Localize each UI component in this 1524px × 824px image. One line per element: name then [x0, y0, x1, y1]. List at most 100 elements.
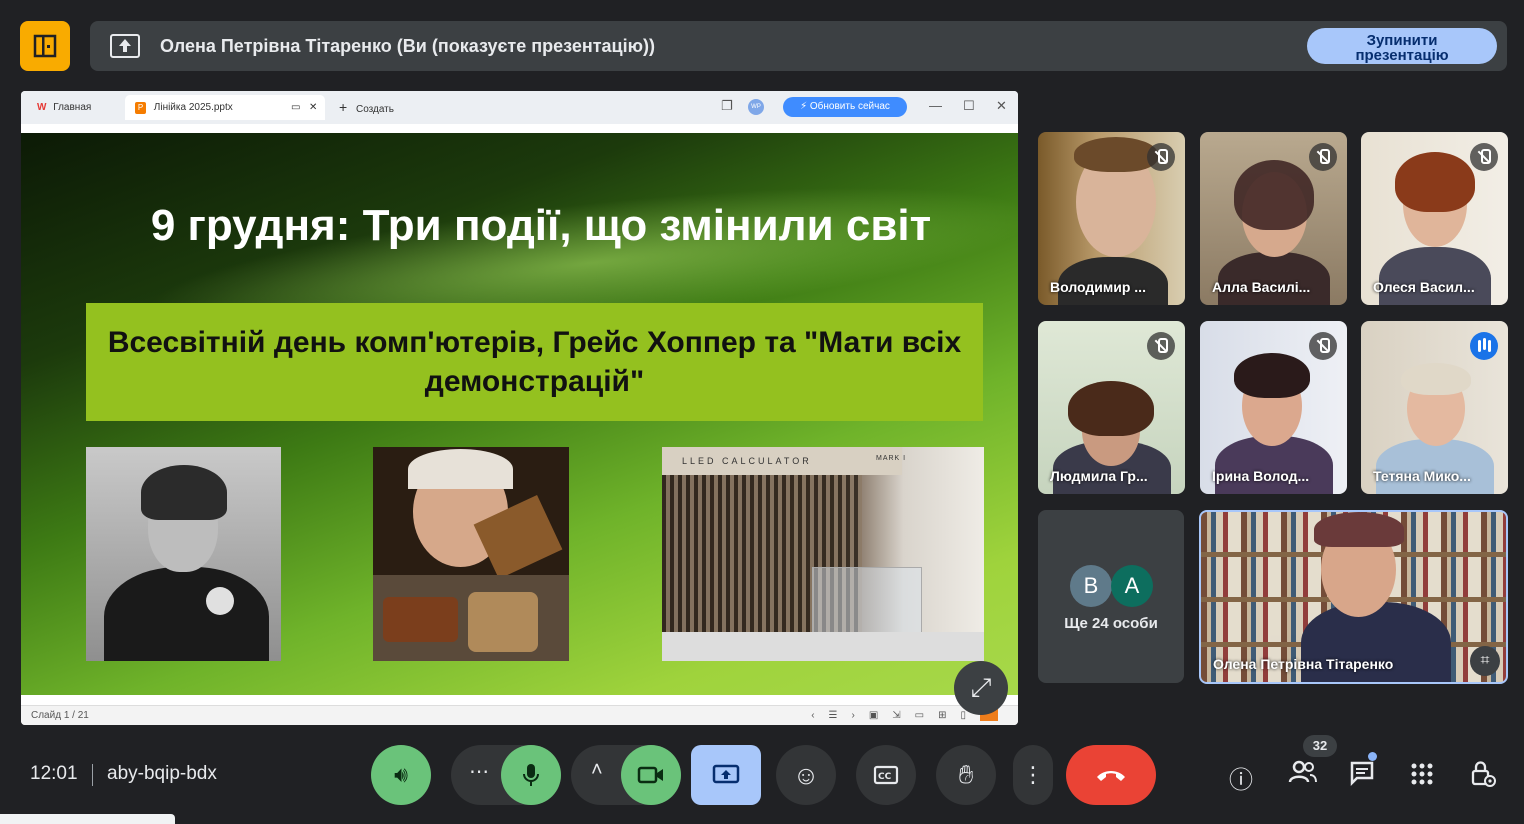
door-icon: [33, 34, 57, 58]
present-screen-icon: [110, 34, 140, 58]
stop-presenting-label-2: презентацію: [1355, 46, 1449, 64]
meeting-info-icon[interactable]: ⓘ: [1229, 760, 1253, 795]
captions-button[interactable]: CC: [856, 745, 916, 805]
closed-captions-icon: CC: [873, 765, 899, 785]
slide-canvas: 9 грудня: Три події, що змінили світ Все…: [21, 133, 1018, 695]
raise-hand-button[interactable]: ✋︎: [936, 745, 996, 805]
tab-pptx-file[interactable]: P Лінійка 2025.pptx ▭ ✕: [125, 95, 325, 120]
meeting-code: aby-bqip-bdx: [107, 763, 217, 784]
avatar: А: [1111, 565, 1153, 607]
participant-name: Олеся Васил...: [1373, 279, 1475, 295]
more-vertical-icon: ⋮: [1022, 762, 1044, 787]
avatar: В: [1070, 565, 1112, 607]
audio-output-button[interactable]: 🔊︎: [371, 745, 431, 805]
present-screen-button[interactable]: [691, 745, 761, 805]
video-camera-icon: [637, 766, 663, 784]
presenting-banner: Олена Петрівна Тітаренко (Ви (показуєте …: [90, 21, 1507, 71]
speaking-indicator-icon: [1470, 332, 1498, 360]
screen-icon[interactable]: ▭: [291, 95, 300, 120]
people-icon[interactable]: [1288, 760, 1318, 791]
chat-icon[interactable]: [1349, 760, 1375, 793]
tab-home[interactable]: W Главная: [27, 95, 123, 120]
leave-call-button[interactable]: [1066, 745, 1156, 805]
participant-tile[interactable]: Людмила Гр...: [1038, 321, 1185, 494]
microphone-button[interactable]: [501, 745, 561, 805]
expand-arrows-icon: ⤢: [970, 672, 992, 702]
presentation-window: W Главная P Лінійка 2025.pptx ▭ ✕ + Созд…: [21, 91, 1018, 725]
tab-home-label: Главная: [53, 102, 92, 113]
calculator-marker-text: MARK I: [876, 455, 907, 462]
calculator-header-text: LLED CALCULATOR: [662, 447, 902, 475]
chat-notification-dot: [1368, 752, 1377, 761]
participant-name: Тетяна Мико...: [1373, 468, 1471, 484]
self-view-tile[interactable]: Олена Петрівна Тітаренко ⌗: [1199, 510, 1508, 684]
mic-off-icon: [1309, 332, 1337, 360]
more-participants-tile[interactable]: В А Ще 24 особи: [1038, 510, 1184, 683]
meeting-clock: 12:01: [30, 763, 78, 784]
plus-icon: +: [339, 99, 348, 115]
slide-status-bar: Слайд 1 / 21 ‹☰›▣⇲▭⊞▯: [21, 705, 1018, 725]
svg-text:CC: CC: [878, 772, 892, 782]
lightning-icon: ⚡: [800, 101, 808, 112]
minimize-icon[interactable]: —: [929, 98, 942, 113]
participant-tile[interactable]: Алла Василі...: [1200, 132, 1347, 305]
fullscreen-expand-button[interactable]: ⤢: [954, 661, 1008, 715]
chevron-up-icon[interactable]: ˄: [591, 759, 603, 782]
slide-subtitle: Всесвітній день комп'ютерів, Грейс Хоппе…: [107, 326, 962, 398]
stop-presenting-button[interactable]: Зупинити презентацію: [1307, 28, 1497, 64]
participant-name: Алла Василі...: [1212, 279, 1311, 295]
more-audio-options-icon[interactable]: ⋯: [469, 759, 489, 784]
meet-logo-icon: [20, 21, 70, 71]
slide-subtitle-box: Всесвітній день комп'ютерів, Грейс Хоппе…: [86, 303, 983, 421]
mic-off-icon: [1147, 143, 1175, 171]
window-restore-icon[interactable]: ❐: [721, 98, 733, 114]
maximize-icon[interactable]: ☐: [963, 98, 975, 114]
participant-name: Людмила Гр...: [1050, 468, 1148, 484]
mic-off-icon: [1147, 332, 1175, 360]
more-options-button[interactable]: ⋮: [1013, 745, 1053, 805]
hang-up-icon: [1097, 771, 1125, 781]
mic-off-icon: [1470, 143, 1498, 171]
mark-i-calculator-photo: LLED CALCULATOR MARK I: [662, 447, 984, 661]
pptx-file-icon: P: [135, 102, 146, 114]
participant-tile[interactable]: Ірина Волод...: [1200, 321, 1347, 494]
close-window-icon[interactable]: ✕: [996, 98, 1007, 114]
new-tab-label: Создать: [355, 104, 394, 115]
participant-name: Ірина Волод...: [1212, 468, 1310, 484]
hand-icon: ✋︎: [958, 759, 974, 789]
slide-title: 9 грудня: Три події, що змінили світ: [150, 201, 932, 250]
camera-button[interactable]: [621, 745, 681, 805]
close-tab-icon[interactable]: ✕: [309, 95, 317, 120]
present-screen-icon: [712, 764, 740, 784]
more-participants-label: Ще 24 особи: [1064, 615, 1158, 632]
microphone-group: ⋯: [451, 745, 561, 805]
update-now-label: Обновить сейчас: [809, 101, 890, 112]
wps-logo-icon: W: [37, 102, 47, 113]
divider: [92, 764, 93, 786]
taskbar-edge: [0, 814, 175, 824]
camera-group: ˄: [571, 745, 681, 805]
tab-file-label: Лінійка 2025.pptx: [153, 102, 233, 113]
people-count-badge: 32: [1303, 735, 1337, 757]
presenting-status-text: Олена Петрівна Тітаренко (Ви (показуєте …: [160, 36, 655, 56]
participant-tile[interactable]: Володимир ...: [1038, 132, 1185, 305]
reactions-button[interactable]: ☺: [776, 745, 836, 805]
speaker-volume-icon: 🔊︎: [394, 762, 408, 787]
slide-counter: Слайд 1 / 21: [31, 710, 89, 721]
participant-tile[interactable]: Олеся Васил...: [1361, 132, 1508, 305]
new-tab-button[interactable]: + Создать: [339, 95, 394, 120]
participant-name: Володимир ...: [1050, 279, 1146, 295]
engelbart-mouse-photo: [373, 447, 569, 661]
crop-icon[interactable]: ⌗: [1470, 646, 1500, 676]
participant-tile[interactable]: Тетяна Мико...: [1361, 321, 1508, 494]
wps-account-icon[interactable]: WP: [748, 99, 764, 115]
update-now-button[interactable]: ⚡ Обновить сейчас: [783, 97, 907, 117]
self-name: Олена Петрівна Тітаренко: [1213, 656, 1394, 672]
wps-tab-bar: W Главная P Лінійка 2025.pptx ▭ ✕ + Созд…: [21, 91, 1018, 124]
microphone-icon: [523, 764, 539, 786]
activities-grid-icon[interactable]: [1410, 762, 1434, 793]
grace-hopper-photo: [86, 447, 281, 661]
smiley-icon: ☺: [792, 759, 820, 790]
host-controls-lock-icon[interactable]: [1470, 760, 1496, 795]
mic-off-icon: [1309, 143, 1337, 171]
